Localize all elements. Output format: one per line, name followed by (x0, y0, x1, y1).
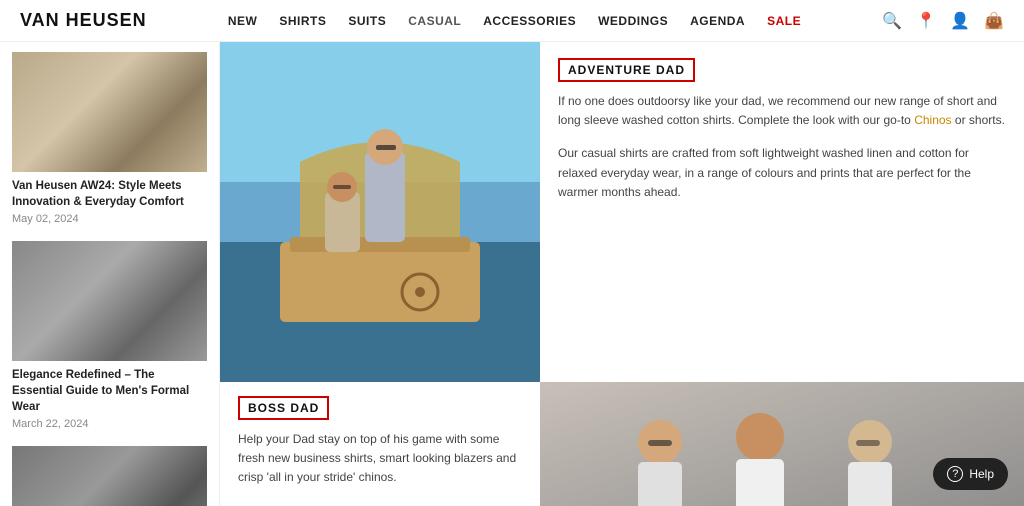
chinos-link[interactable]: Chinos (914, 113, 951, 127)
bag-icon[interactable]: 👜 (984, 11, 1004, 31)
adventure-dad-badge: ADVENTURE DAD (558, 58, 695, 82)
nav-sale[interactable]: SALE (767, 14, 801, 28)
site-logo[interactable]: VAN HEUSEN (20, 10, 147, 31)
search-icon[interactable]: 🔍 (882, 11, 902, 31)
main-nav: NEW SHIRTS SUITS CASUAL ACCESSORIES WEDD… (228, 14, 801, 28)
help-label: Help (969, 467, 994, 481)
boss-dad-text-1: Help your Dad stay on top of his game wi… (238, 430, 522, 488)
nav-casual[interactable]: CASUAL (408, 14, 461, 28)
article-image-3 (12, 446, 207, 506)
top-section: ADVENTURE DAD If no one does outdoorsy l… (220, 42, 1024, 382)
article-date-1: May 02, 2024 (12, 213, 207, 225)
adventure-dad-section: ADVENTURE DAD If no one does outdoorsy l… (540, 42, 1024, 382)
bottom-section: BOSS DAD Help your Dad stay on top of hi… (220, 382, 1024, 506)
article-date-2: March 22, 2024 (12, 418, 207, 430)
nav-agenda[interactable]: AGENDA (690, 14, 745, 28)
boss-dad-section: BOSS DAD Help your Dad stay on top of hi… (220, 382, 540, 506)
nav-new[interactable]: NEW (228, 14, 258, 28)
hero-image (220, 42, 540, 382)
article-title-1[interactable]: Van Heusen AW24: Style Meets Innovation … (12, 178, 207, 210)
article-thumbnail-2 (12, 241, 207, 361)
site-header: VAN HEUSEN NEW SHIRTS SUITS CASUAL ACCES… (0, 0, 1024, 42)
nav-weddings[interactable]: WEDDINGS (598, 14, 668, 28)
list-item: Decoding The Cocktail Dress Code March 2… (12, 446, 207, 506)
help-icon: ? (947, 466, 963, 482)
adventure-dad-text-1: If no one does outdoorsy like your dad, … (558, 92, 1006, 130)
header-icons: 🔍 📍 👤 👜 (882, 11, 1004, 31)
sidebar: Van Heusen AW24: Style Meets Innovation … (0, 42, 220, 506)
content-area: ADVENTURE DAD If no one does outdoorsy l… (220, 42, 1024, 506)
list-item: Elegance Redefined – The Essential Guide… (12, 241, 207, 430)
article-image-1 (12, 52, 207, 172)
article-image-2 (12, 241, 207, 361)
boat-scene-image (220, 42, 540, 382)
article-thumbnail-1 (12, 52, 207, 172)
nav-suits[interactable]: SUITS (348, 14, 386, 28)
help-button[interactable]: ? Help (933, 458, 1008, 490)
hero-svg (220, 42, 540, 382)
account-icon[interactable]: 👤 (950, 11, 970, 31)
article-thumbnail-3 (12, 446, 207, 506)
list-item: Van Heusen AW24: Style Meets Innovation … (12, 52, 207, 225)
boss-dad-badge: BOSS DAD (238, 396, 329, 420)
nav-accessories[interactable]: ACCESSORIES (483, 14, 576, 28)
nav-shirts[interactable]: SHIRTS (279, 14, 326, 28)
location-icon[interactable]: 📍 (916, 11, 936, 31)
adventure-dad-text-2: Our casual shirts are crafted from soft … (558, 144, 1006, 202)
main-layout: Van Heusen AW24: Style Meets Innovation … (0, 42, 1024, 506)
article-title-2[interactable]: Elegance Redefined – The Essential Guide… (12, 367, 207, 415)
